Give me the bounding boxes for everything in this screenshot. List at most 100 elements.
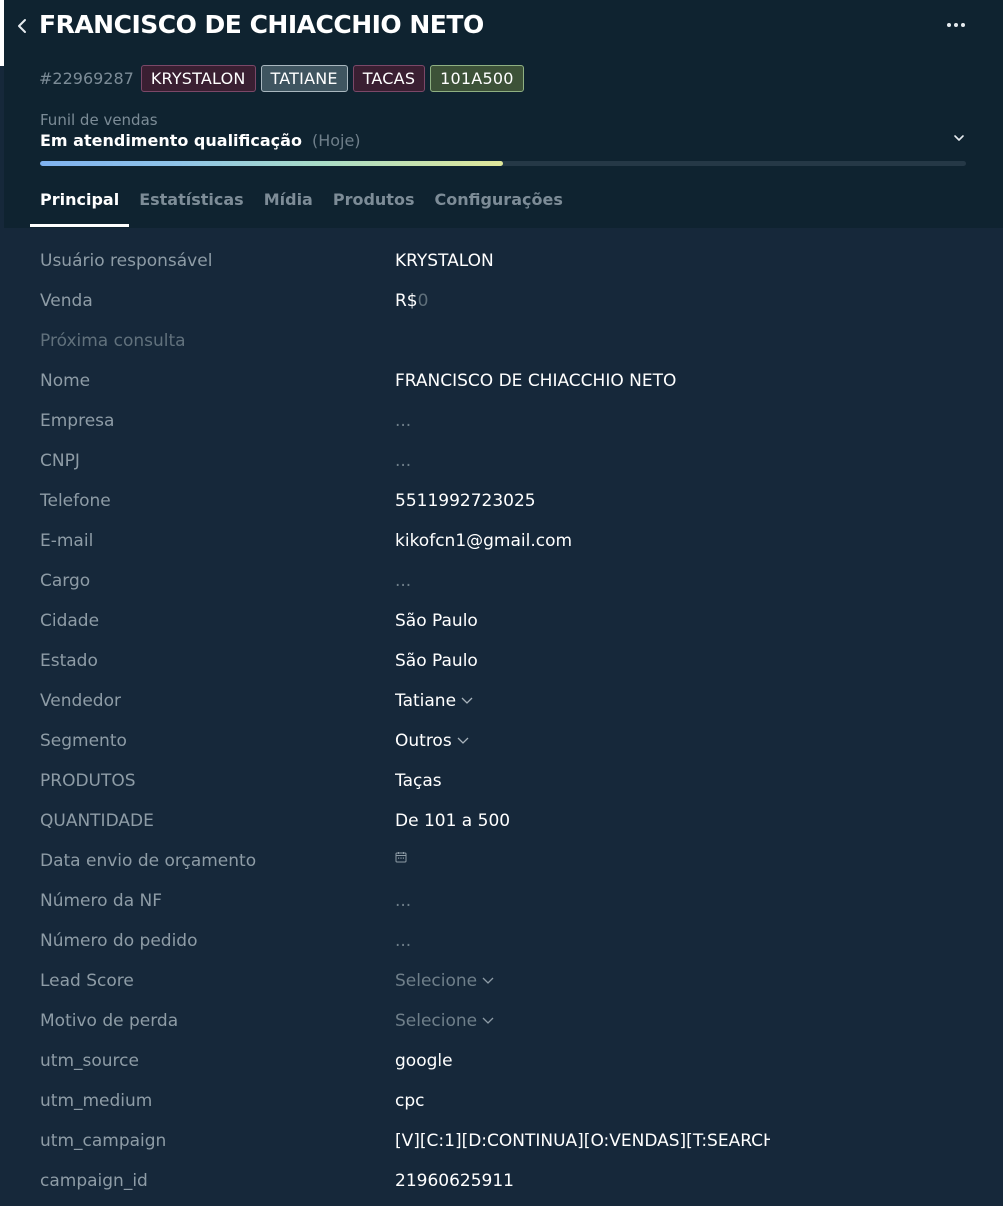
tag[interactable]: TACAS bbox=[352, 64, 426, 92]
field-email: E-mail kikofcn1@gmail.com bbox=[4, 522, 1003, 562]
invoice-input[interactable]: ... bbox=[395, 891, 411, 911]
field-label: PRODUTOS bbox=[40, 771, 136, 791]
field-label: Próxima consulta bbox=[40, 331, 186, 351]
field-label: Estado bbox=[40, 651, 98, 671]
field-invoice: Número da NF ... bbox=[4, 882, 1003, 922]
field-utm-campaign: utm_campaign [V][C:1][D:CONTINUA][O:VEND… bbox=[4, 1122, 1003, 1162]
field-seller: Vendedor Tatiane bbox=[4, 682, 1003, 722]
back-button[interactable] bbox=[14, 16, 30, 36]
utm-medium-input[interactable]: cpc bbox=[395, 1091, 424, 1111]
tab-estatisticas[interactable]: Estatísticas bbox=[139, 190, 244, 227]
lead-fields: Usuário responsável KRYSTALON Venda R$ 0 … bbox=[4, 242, 1003, 1202]
field-campaign-id: campaign_id 21960625911 bbox=[4, 1162, 1003, 1202]
field-lead-score: Lead Score Selecione bbox=[4, 962, 1003, 1002]
field-label: E-mail bbox=[40, 531, 94, 551]
field-quantity: QUANTIDADE De 101 a 500 bbox=[4, 802, 1003, 842]
field-loss-reason: Motivo de perda Selecione bbox=[4, 1002, 1003, 1042]
calendar-icon bbox=[395, 852, 407, 863]
tabs: Principal Estatísticas Mídia Produtos Co… bbox=[29, 190, 563, 227]
field-products: PRODUTOS Taças bbox=[4, 762, 1003, 802]
quantity-select[interactable]: De 101 a 500 bbox=[395, 811, 510, 831]
field-cnpj: CNPJ ... bbox=[4, 442, 1003, 482]
field-label: utm_campaign bbox=[40, 1131, 167, 1151]
field-city: Cidade São Paulo bbox=[4, 602, 1003, 642]
seller-select[interactable]: Tatiane bbox=[395, 691, 474, 711]
field-order: Número do pedido ... bbox=[4, 922, 1003, 962]
field-label: Usuário responsável bbox=[40, 251, 213, 271]
lead-title[interactable]: FRANCISCO DE CHIACCHIO NETO bbox=[39, 10, 484, 39]
sale-input[interactable]: R$ 0 bbox=[395, 291, 428, 311]
cnpj-input[interactable]: ... bbox=[395, 451, 411, 471]
loss-reason-select[interactable]: Selecione bbox=[395, 1011, 495, 1031]
field-label: Lead Score bbox=[40, 971, 134, 991]
responsible-select[interactable]: KRYSTALON bbox=[395, 251, 494, 271]
pipeline-progress-fill bbox=[40, 161, 503, 166]
lead-score-select[interactable]: Selecione bbox=[395, 971, 495, 991]
utm-source-input[interactable]: google bbox=[395, 1051, 453, 1071]
lead-score-value: Selecione bbox=[395, 971, 478, 991]
email-input[interactable]: kikofcn1@gmail.com bbox=[395, 531, 572, 551]
chevron-left-icon bbox=[18, 19, 26, 33]
field-label: Venda bbox=[40, 291, 93, 311]
utm-campaign-input[interactable]: [V][C:1][D:CONTINUA][O:VENDAS][T:SEARCH]… bbox=[395, 1131, 770, 1151]
field-label: Segmento bbox=[40, 731, 127, 751]
pipeline-progress-bar bbox=[40, 161, 966, 166]
field-label: utm_source bbox=[40, 1051, 139, 1071]
chevron-down-icon[interactable] bbox=[952, 130, 966, 146]
more-horizontal-icon bbox=[947, 23, 951, 27]
field-responsible: Usuário responsável KRYSTALON bbox=[4, 242, 1003, 282]
tag[interactable]: KRYSTALON bbox=[140, 64, 256, 92]
field-label: QUANTIDADE bbox=[40, 811, 154, 831]
chevron-down-icon bbox=[482, 977, 494, 984]
order-input[interactable]: ... bbox=[395, 931, 411, 951]
more-options-button[interactable] bbox=[942, 14, 970, 36]
tab-principal[interactable]: Principal bbox=[29, 190, 130, 227]
field-utm-medium: utm_medium cpc bbox=[4, 1082, 1003, 1122]
sale-value: 0 bbox=[417, 291, 429, 311]
segment-value: Outros bbox=[395, 731, 452, 751]
lead-header: FRANCISCO DE CHIACCHIO NETO #22969287 KR… bbox=[4, 0, 1003, 228]
field-label: campaign_id bbox=[40, 1171, 148, 1191]
stage-date: (Hoje) bbox=[311, 131, 361, 150]
field-label: utm_medium bbox=[40, 1091, 153, 1111]
quote-date-input[interactable] bbox=[395, 851, 407, 863]
field-company: Empresa ... bbox=[4, 402, 1003, 442]
field-segment: Segmento Outros bbox=[4, 722, 1003, 762]
field-label: Motivo de perda bbox=[40, 1011, 179, 1031]
loss-reason-value: Selecione bbox=[395, 1011, 478, 1031]
tab-midia[interactable]: Mídia bbox=[264, 190, 313, 227]
field-label: Cidade bbox=[40, 611, 100, 631]
tag[interactable]: TATIANE bbox=[260, 64, 348, 92]
role-input[interactable]: ... bbox=[395, 571, 411, 591]
pipeline-stage-select[interactable]: Em atendimento qualificação (Hoje) bbox=[40, 131, 361, 150]
field-next-contact: Próxima consulta bbox=[4, 322, 1003, 362]
seller-value: Tatiane bbox=[395, 691, 457, 711]
campaign-id-input[interactable]: 21960625911 bbox=[395, 1171, 514, 1191]
field-label: Cargo bbox=[40, 571, 91, 591]
tab-configuracoes[interactable]: Configurações bbox=[434, 190, 562, 227]
field-label: Número da NF bbox=[40, 891, 163, 911]
field-role: Cargo ... bbox=[4, 562, 1003, 602]
field-label: Vendedor bbox=[40, 691, 121, 711]
field-utm-source: utm_source google bbox=[4, 1042, 1003, 1082]
name-input[interactable]: FRANCISCO DE CHIACCHIO NETO bbox=[395, 371, 676, 391]
field-quote-date: Data envio de orçamento bbox=[4, 842, 1003, 882]
pipeline-label: Funil de vendas bbox=[40, 111, 158, 129]
company-input[interactable]: ... bbox=[395, 411, 411, 431]
field-sale: Venda R$ 0 bbox=[4, 282, 1003, 322]
lead-id: #22969287 bbox=[39, 68, 134, 88]
segment-select[interactable]: Outros bbox=[395, 731, 470, 751]
city-input[interactable]: São Paulo bbox=[395, 611, 478, 631]
field-name: Nome FRANCISCO DE CHIACCHIO NETO bbox=[4, 362, 1003, 402]
chevron-down-icon bbox=[461, 697, 473, 704]
state-input[interactable]: São Paulo bbox=[395, 651, 478, 671]
products-select[interactable]: Taças bbox=[395, 771, 442, 791]
currency-symbol: R$ bbox=[395, 291, 418, 311]
tag[interactable]: 101A500 bbox=[430, 64, 524, 92]
field-label: CNPJ bbox=[40, 451, 80, 471]
field-label: Nome bbox=[40, 371, 91, 391]
tab-produtos[interactable]: Produtos bbox=[333, 190, 415, 227]
field-label: Telefone bbox=[40, 491, 111, 511]
phone-input[interactable]: 5511992723025 bbox=[395, 491, 536, 511]
tags-row: #22969287 KRYSTALON TATIANE TACAS 101A50… bbox=[39, 64, 524, 92]
